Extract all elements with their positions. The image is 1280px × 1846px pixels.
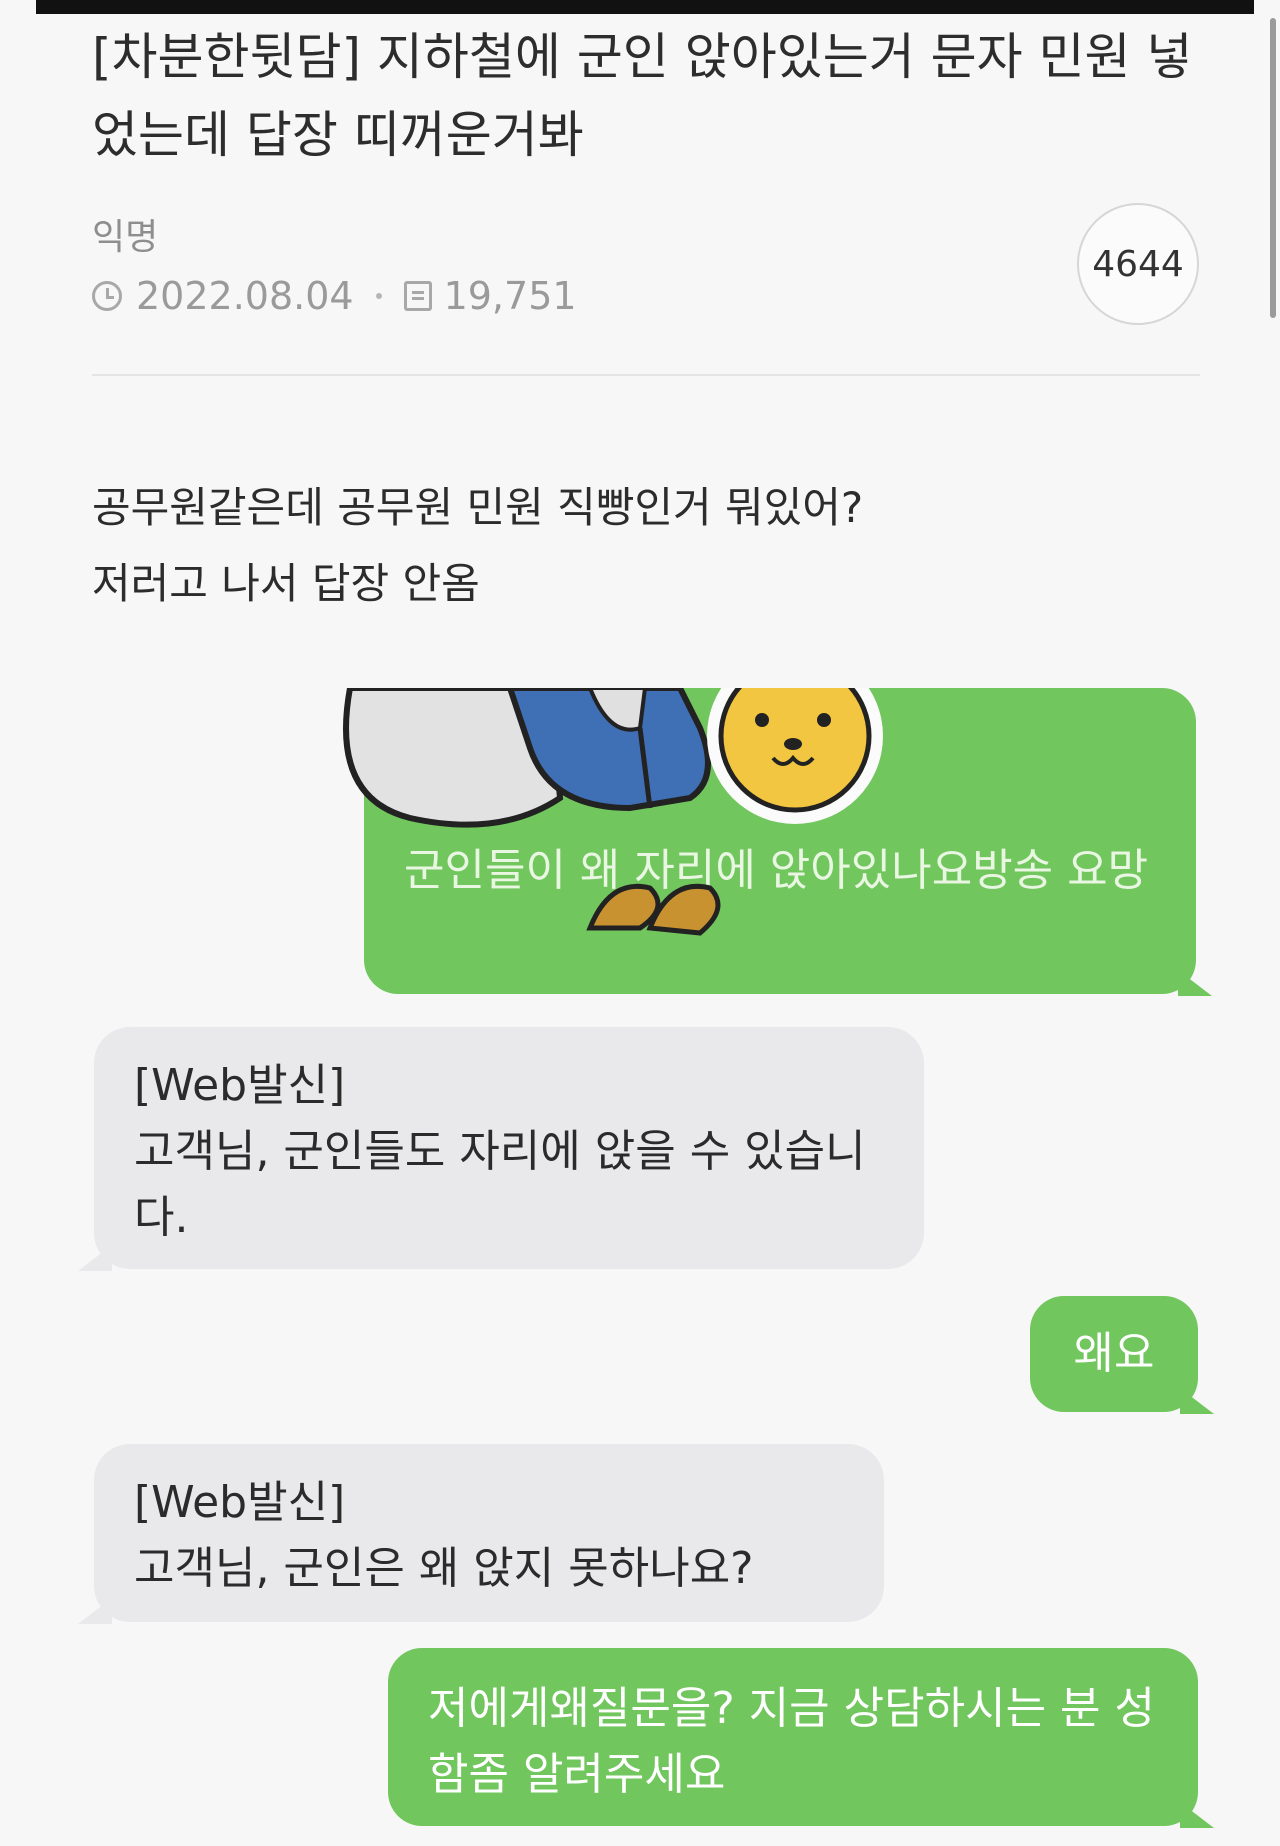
scrollbar[interactable] [1270,18,1276,318]
message-bubble-incoming: [Web발신] 고객님, 군인은 왜 앉지 못하나요? [78,1444,884,1624]
post-meta: 2022.08.04 19,751 [92,272,577,320]
post-body: 공무원같은데 공무원 민원 직빵인거 뭐있어? 저러고 나서 답장 안옴 [92,470,863,622]
bear-sticker-image [343,688,883,936]
message-bubble-outgoing: 저에게왜질문을? 지금 상담하시는 분 성함좀 알려주세요 [388,1648,1214,1828]
post-body-line: 저러고 나서 답장 안옴 [92,559,480,608]
message-bubble-incoming: [Web발신] 고객님, 군인들도 자리에 앉을 수 있습니다. [78,1027,924,1271]
post-title: [차분한뒷담] 지하철에 군인 앉아있는거 문자 민원 넣었는데 답장 띠꺼운거… [92,28,1193,164]
post-views: 19,751 [443,274,577,318]
clock-icon [92,281,122,311]
post-body-line: 공무원같은데 공무원 민원 직빵인거 뭐있어? [92,483,864,532]
message-bubble-outgoing: 왜요 [1030,1296,1214,1414]
meta-separator [375,293,382,299]
divider [92,374,1200,376]
top-edge-bar [36,0,1254,14]
post-date: 2022.08.04 [136,274,354,318]
post-author: 익명 [92,217,159,258]
comment-count-button[interactable]: 4644 [1077,203,1199,325]
views-icon [403,281,432,311]
